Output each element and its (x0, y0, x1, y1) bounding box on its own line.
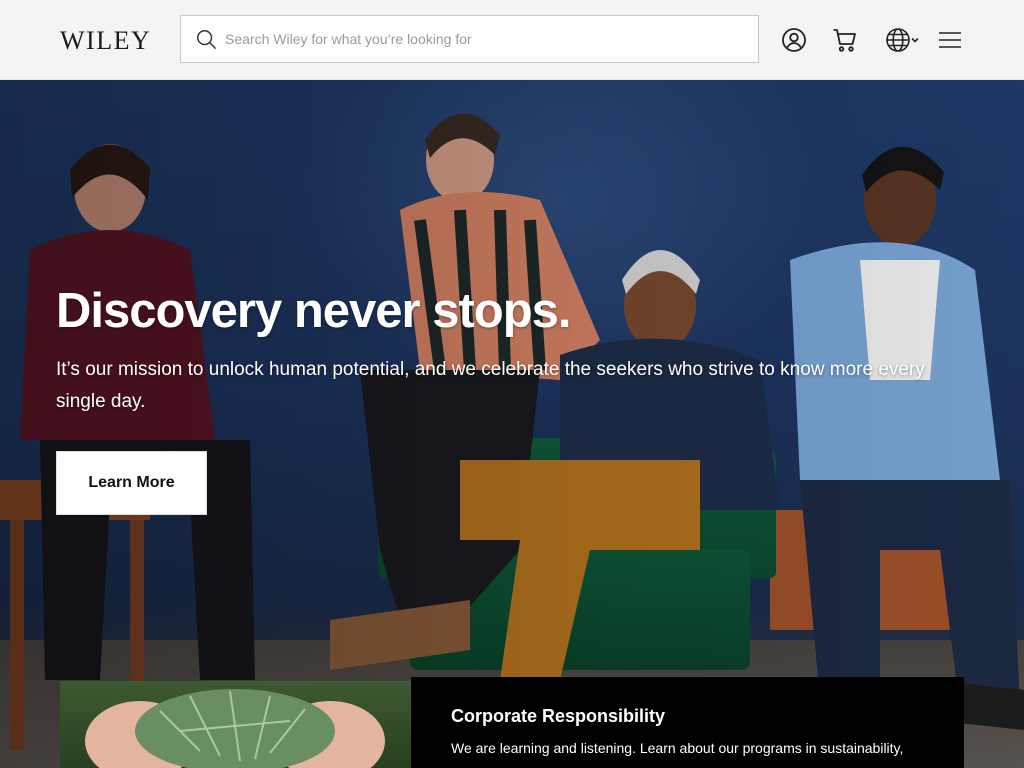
learn-more-button[interactable]: Learn More (56, 451, 207, 515)
chevron-down-icon[interactable] (910, 35, 920, 45)
account-icon[interactable] (781, 27, 807, 53)
search-bar[interactable] (180, 15, 759, 63)
hero-banner: Discovery never stops. It’s our mission … (0, 80, 1024, 768)
hero-description: It’s our mission to unlock human potenti… (56, 359, 925, 412)
card-description: We are learning and listening. Learn abo… (451, 740, 904, 756)
globe-icon[interactable] (885, 27, 911, 53)
corporate-responsibility-card[interactable]: Corporate Responsibility We are learning… (411, 677, 964, 768)
hero-overlay (0, 80, 1024, 768)
hero-title: Discovery never stops. (56, 284, 572, 338)
cart-icon[interactable] (832, 27, 858, 53)
site-header: WILEY (0, 0, 1024, 80)
pine-needles-image (60, 681, 411, 768)
search-input[interactable] (225, 31, 758, 47)
card-title: Corporate Responsibility (451, 706, 666, 726)
menu-icon[interactable] (937, 27, 963, 53)
search-icon[interactable] (195, 28, 217, 50)
wiley-logo[interactable]: WILEY (60, 27, 151, 55)
